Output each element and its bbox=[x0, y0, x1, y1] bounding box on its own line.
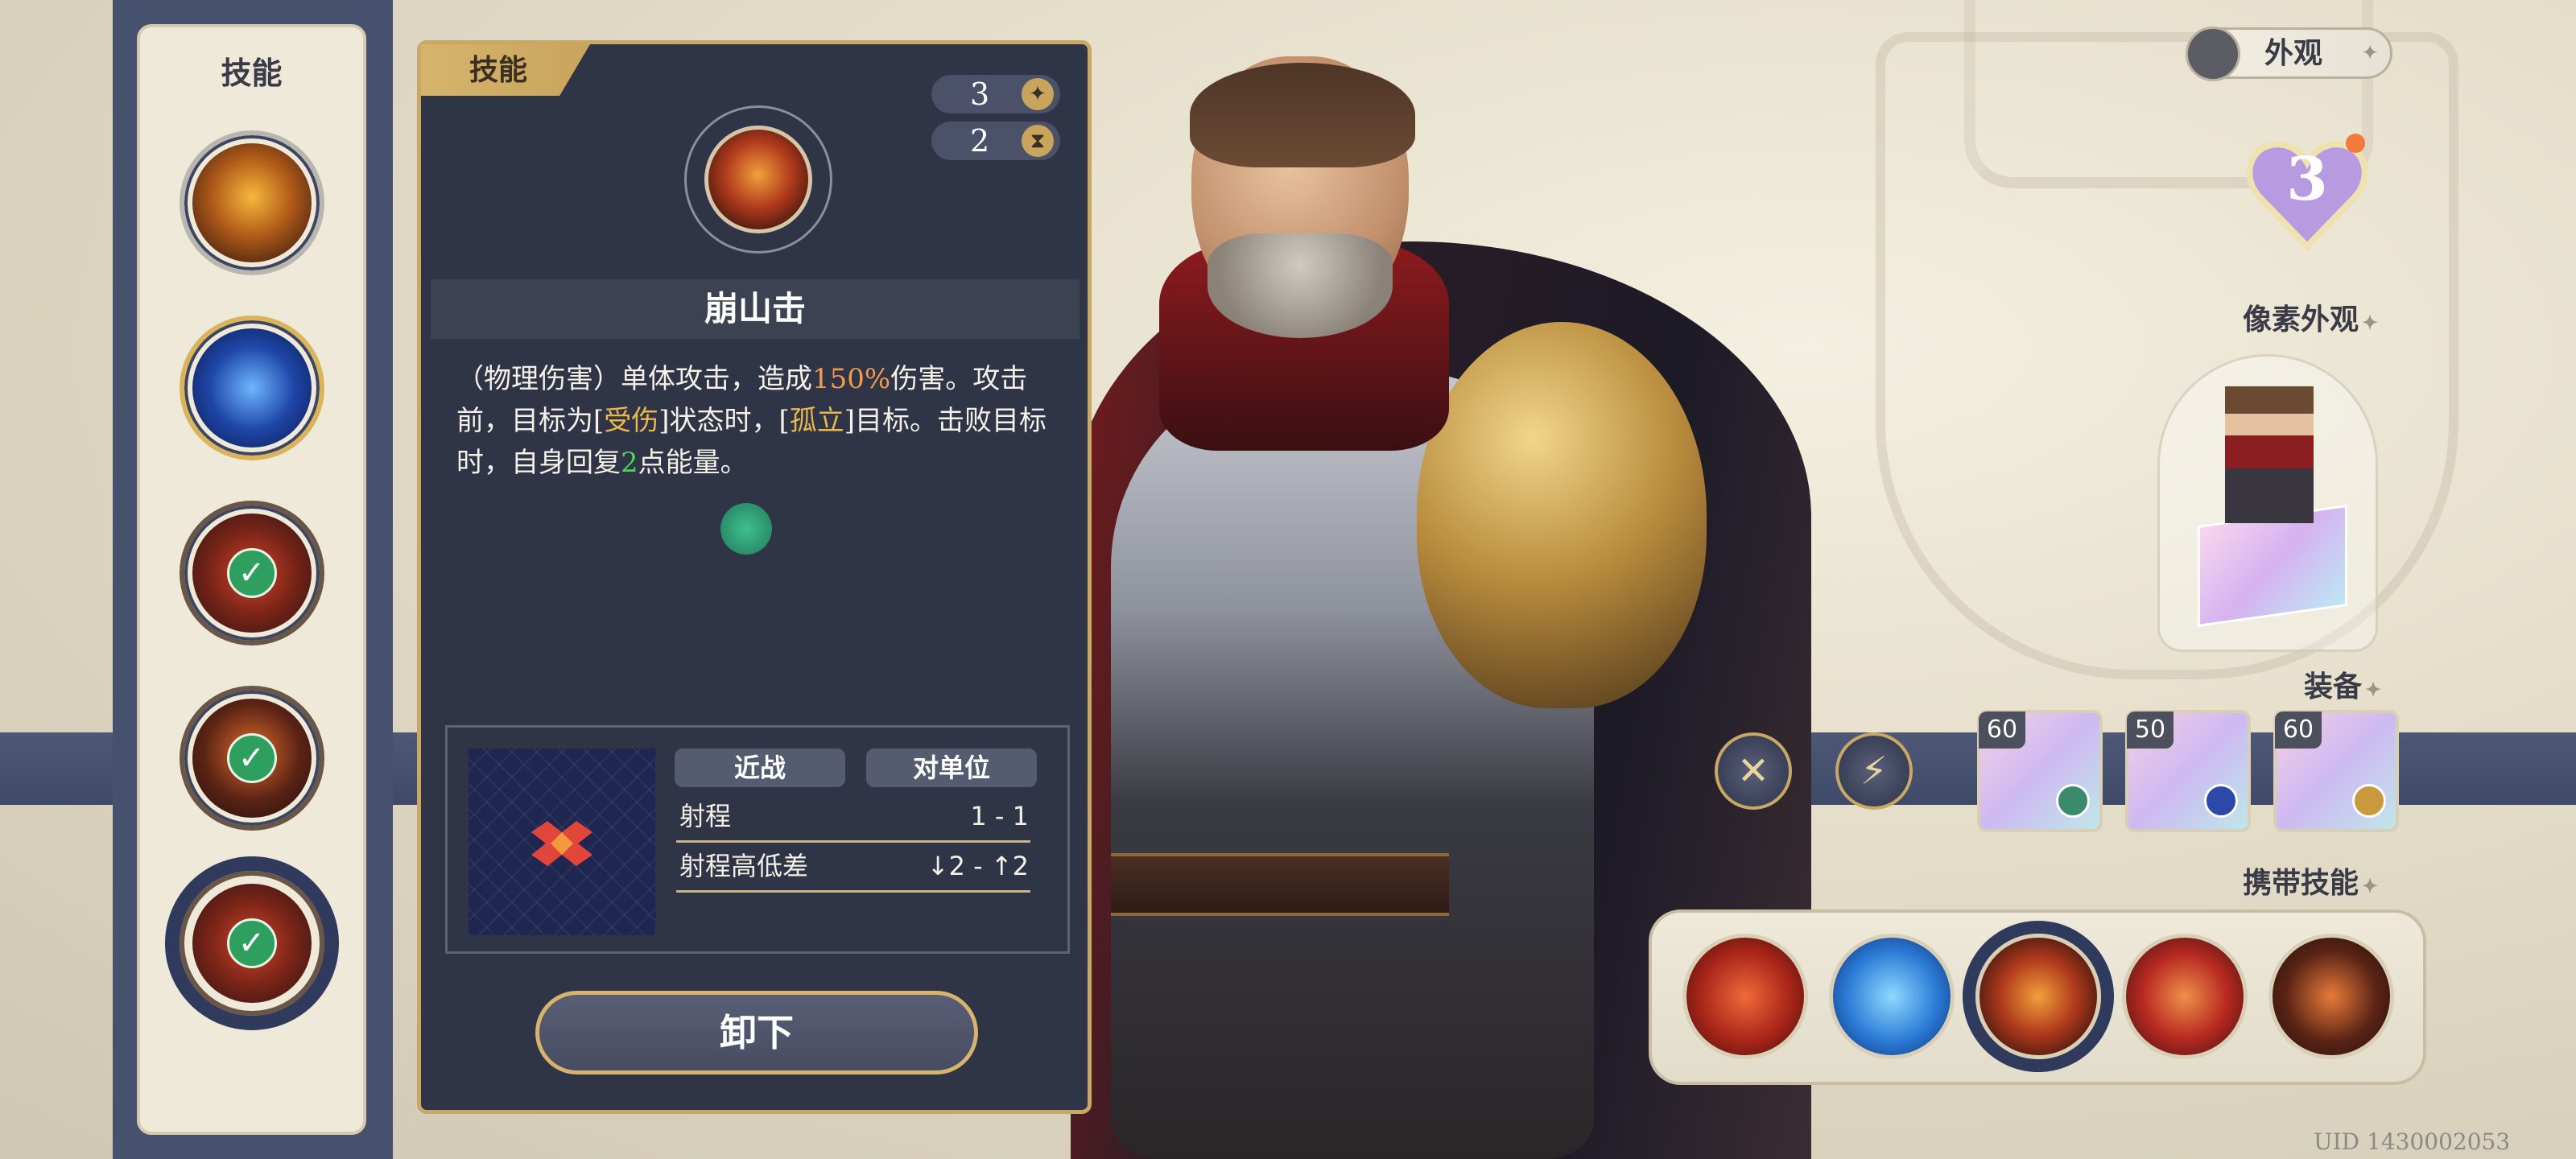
character-beard bbox=[1208, 233, 1393, 338]
status-isolated[interactable]: 孤立 bbox=[790, 405, 844, 437]
range-cross-icon bbox=[531, 821, 592, 866]
character-hair bbox=[1190, 63, 1415, 167]
carry-skill-4[interactable] bbox=[2122, 934, 2248, 1059]
character-gold-pauldron bbox=[1417, 322, 1707, 708]
equipment-label: 装备 ✦ bbox=[2304, 663, 2381, 705]
appearance-label: 外观 bbox=[2264, 36, 2323, 70]
skill-name: 崩山击 bbox=[431, 279, 1080, 339]
pixel-appearance-label: 像素外观 ✦ bbox=[2243, 296, 2378, 338]
jade-charm-icon bbox=[2352, 784, 2386, 818]
cooldown-value: 2 bbox=[970, 123, 990, 159]
hourglass-icon: ⧗ bbox=[1022, 125, 1054, 157]
sparkle-icon: ✦ bbox=[2361, 41, 2379, 65]
carry-skill-1[interactable] bbox=[1682, 934, 1808, 1059]
equipment-level: 60 bbox=[1979, 711, 2025, 749]
desc-text: 点能量。 bbox=[638, 447, 748, 479]
skill-detail-panel: 技能 3 ✦ 2 ⧗ 崩山击 （物理伤害）单体攻击，造成150%伤害。攻击前，目… bbox=[417, 40, 1092, 1114]
mountain-crash-skill-icon bbox=[704, 126, 812, 233]
tag-single-target: 对单位 bbox=[866, 749, 1037, 787]
energy-cost-pill: 3 ✦ bbox=[931, 75, 1060, 113]
equipment-slot-accessory[interactable]: 60 bbox=[2273, 710, 2399, 832]
skill-icon-ring bbox=[684, 105, 832, 254]
equipped-check-icon: ✓ bbox=[226, 918, 277, 968]
damage-percent: 150% bbox=[812, 363, 891, 395]
character-belt bbox=[1111, 853, 1449, 916]
unequip-all-icon[interactable]: ✕ bbox=[1715, 732, 1792, 810]
skill-slot-3[interactable]: ✓ bbox=[179, 501, 324, 645]
pixel-character-sprite bbox=[2225, 386, 2314, 523]
range-info-box: 近战 对单位 射程 1 - 1 射程高低差 ↓2 - ↑2 bbox=[445, 725, 1070, 954]
equipment-text: 装备 bbox=[2304, 670, 2363, 703]
height-diff-label: 射程高低差 bbox=[679, 851, 809, 881]
affection-level: 3 bbox=[2286, 145, 2328, 214]
appearance-button[interactable]: 外观 ✦ bbox=[2186, 27, 2392, 81]
energy-amount: 2 bbox=[621, 447, 638, 479]
uid-text: UID 1430002053 bbox=[2314, 1128, 2511, 1155]
range-value: 1 - 1 bbox=[970, 801, 1029, 831]
carry-skill-2[interactable] bbox=[1829, 934, 1955, 1059]
skill-slot-4[interactable]: ✓ bbox=[179, 686, 324, 831]
tag-melee: 近战 bbox=[675, 749, 845, 787]
skill-slot-2[interactable] bbox=[179, 316, 324, 460]
sparkle-icon: ✦ bbox=[2362, 311, 2379, 334]
desc-text: （物理伤害）单体攻击，造成 bbox=[456, 363, 812, 395]
sparkle-icon: ✦ bbox=[2365, 678, 2382, 701]
carry-skills-label: 携带技能 ✦ bbox=[2243, 860, 2378, 901]
height-diff-value: ↓2 - ↑2 bbox=[927, 851, 1029, 881]
equipped-check-icon: ✓ bbox=[226, 733, 277, 783]
carry-skill-5[interactable] bbox=[2268, 934, 2394, 1059]
equipped-check-icon: ✓ bbox=[226, 548, 277, 598]
skill-list-title: 技能 bbox=[221, 55, 283, 91]
skill-slot-1[interactable] bbox=[179, 130, 324, 275]
unequip-button[interactable]: 卸下 bbox=[535, 991, 978, 1074]
panel-tab-label: 技能 bbox=[421, 44, 590, 96]
affection-heart-badge[interactable]: 3 bbox=[2243, 129, 2372, 258]
ruby-amulet-icon bbox=[2204, 784, 2238, 818]
status-injured[interactable]: 受伤 bbox=[604, 405, 658, 437]
energy-star-icon: ✦ bbox=[1022, 78, 1054, 110]
auto-equip-icon[interactable]: ⚡ bbox=[1835, 732, 1913, 810]
sparkle-icon: ✦ bbox=[2362, 874, 2379, 897]
page-indicator-dot bbox=[720, 503, 772, 555]
pixel-appearance-text: 像素外观 bbox=[2243, 303, 2359, 336]
cooldown-pill: 2 ⧗ bbox=[931, 122, 1060, 160]
skill-slot-5-selected[interactable]: ✓ bbox=[179, 871, 324, 1016]
equipment-slot-armor[interactable]: 50 bbox=[2125, 710, 2251, 832]
carry-skills-text: 携带技能 bbox=[2243, 866, 2359, 900]
fire-strike-skill-icon bbox=[192, 143, 312, 262]
range-label: 射程 bbox=[679, 801, 732, 831]
carry-skill-3-selected[interactable] bbox=[1975, 934, 2101, 1059]
skill-description: （物理伤害）单体攻击，造成150%伤害。攻击前，目标为[受伤]状态时，[孤立]目… bbox=[456, 358, 1060, 484]
equipment-slot-weapon[interactable]: 60 bbox=[1977, 710, 2103, 832]
skill-list-panel: 技能 ✓ ✓ ✓ bbox=[137, 24, 366, 1135]
desc-text: ]状态时，[ bbox=[658, 405, 790, 437]
equipment-level: 60 bbox=[2275, 711, 2322, 749]
height-diff-row: 射程高低差 ↓2 - ↑2 bbox=[676, 842, 1030, 893]
outfit-icon bbox=[2186, 27, 2240, 81]
energy-cost-value: 3 bbox=[970, 76, 990, 112]
range-row: 射程 1 - 1 bbox=[676, 792, 1030, 843]
blue-shield-skill-icon bbox=[192, 328, 312, 448]
axe-weapon-icon bbox=[2056, 784, 2090, 818]
range-grid-diagram bbox=[469, 749, 655, 935]
equipment-level: 50 bbox=[2127, 711, 2174, 749]
